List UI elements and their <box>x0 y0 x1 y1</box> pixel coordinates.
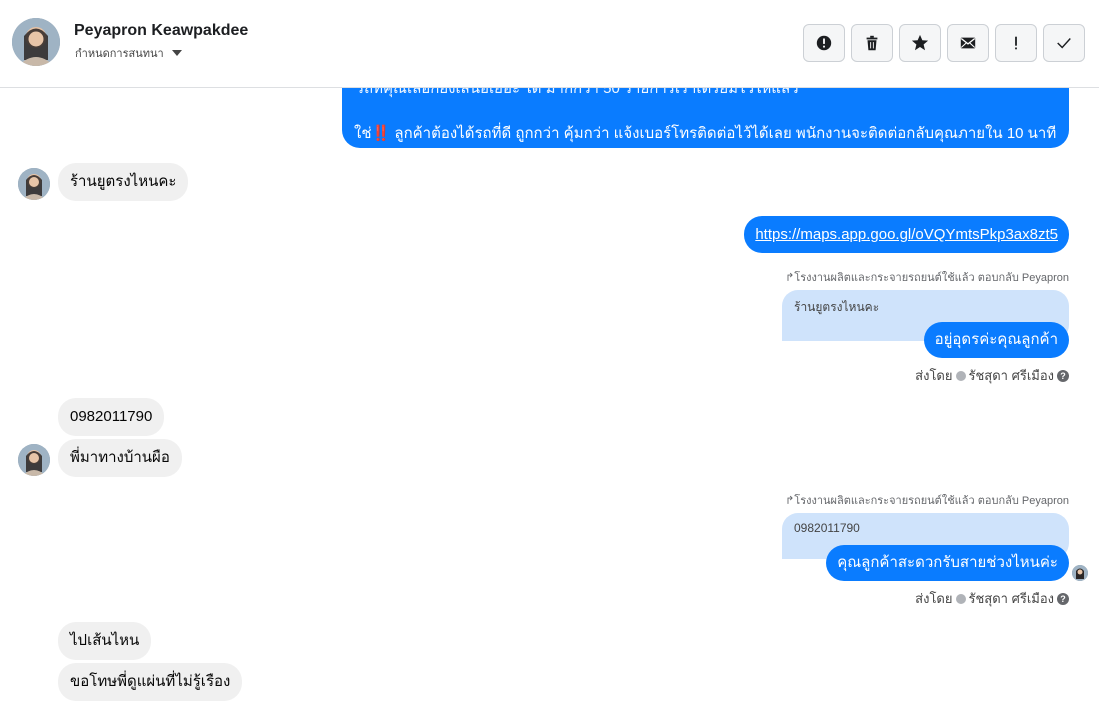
incoming-message: ไปเส้นไหน <box>58 622 152 660</box>
caret-down-icon <box>171 50 182 56</box>
trash-icon <box>866 35 878 51</box>
maps-link[interactable]: https://maps.app.goo.gl/oVQYmtsPkp3ax8zt… <box>755 226 1058 243</box>
reply-meta: ↱โรงงานผลิตและกระจายรถยนต์ใช้แล้ว ตอบกลั… <box>785 272 1069 284</box>
contact-avatar-large[interactable] <box>12 18 60 66</box>
reply-arrow-icon: ↱ <box>785 272 795 284</box>
reply-meta: ↱โรงงานผลิตและกระจายรถยนต์ใช้แล้ว ตอบกลั… <box>785 495 1069 507</box>
outgoing-message-link[interactable]: https://maps.app.goo.gl/oVQYmtsPkp3ax8zt… <box>744 216 1069 253</box>
mark-unread-button[interactable] <box>947 24 989 62</box>
outgoing-message: อยู่อุดรค่ะคุณลูกค้า <box>923 322 1069 358</box>
check-icon <box>1057 38 1071 49</box>
star-icon <box>911 34 929 51</box>
incoming-message: ร้านยูตรงไหนคะ <box>58 163 189 201</box>
seen-avatar <box>1072 565 1088 581</box>
contact-avatar <box>18 168 50 200</box>
mail-icon <box>960 37 976 49</box>
exclamation-icon <box>1015 36 1017 50</box>
sent-by-info: ส่งโดย รัชสุดา ศรีเมือง ? <box>915 588 1069 609</box>
promo-line-2: ใช่‼️ ลูกค้าต้องได้รถที่ดี ถูกกว่า คุ้มก… <box>354 125 1057 142</box>
reply-arrow-icon: ↱ <box>785 495 795 507</box>
conversation-settings-dropdown[interactable]: กำหนดการสนทนา <box>75 44 182 62</box>
incoming-message: พี่มาทางบ้านผือ <box>58 439 182 477</box>
incoming-message: 0982011790 <box>58 398 165 436</box>
help-icon[interactable]: ? <box>1057 592 1069 605</box>
incoming-message: ขอโทษพี่ดูแผ่นที่ไม่รู้เรือง <box>58 663 243 701</box>
outgoing-message: คุณลูกค้าสะดวกรับสายช่วงไหนค่ะ <box>826 545 1069 581</box>
contact-name[interactable]: Peyapron Keawpakdee <box>74 22 248 40</box>
message-thread: รถที่คุณเลือกยังเสนอเยอะ ได้ มากกว่า 50 … <box>0 0 1099 717</box>
important-button[interactable] <box>995 24 1037 62</box>
sent-by-info: ส่งโดย รัชสุดา ศรีเมือง ? <box>915 365 1069 386</box>
verified-icon <box>955 370 966 381</box>
help-icon[interactable]: ? <box>1057 369 1069 382</box>
mark-done-button[interactable] <box>1043 24 1085 62</box>
delete-button[interactable] <box>851 24 893 62</box>
conversation-header: Peyapron Keawpakdee กำหนดการสนทนา <box>0 0 1099 88</box>
header-actions <box>803 24 1085 62</box>
contact-avatar <box>18 444 50 476</box>
star-button[interactable] <box>899 24 941 62</box>
report-button[interactable] <box>803 24 845 62</box>
verified-icon <box>955 593 966 604</box>
alert-circle-icon <box>816 35 832 51</box>
